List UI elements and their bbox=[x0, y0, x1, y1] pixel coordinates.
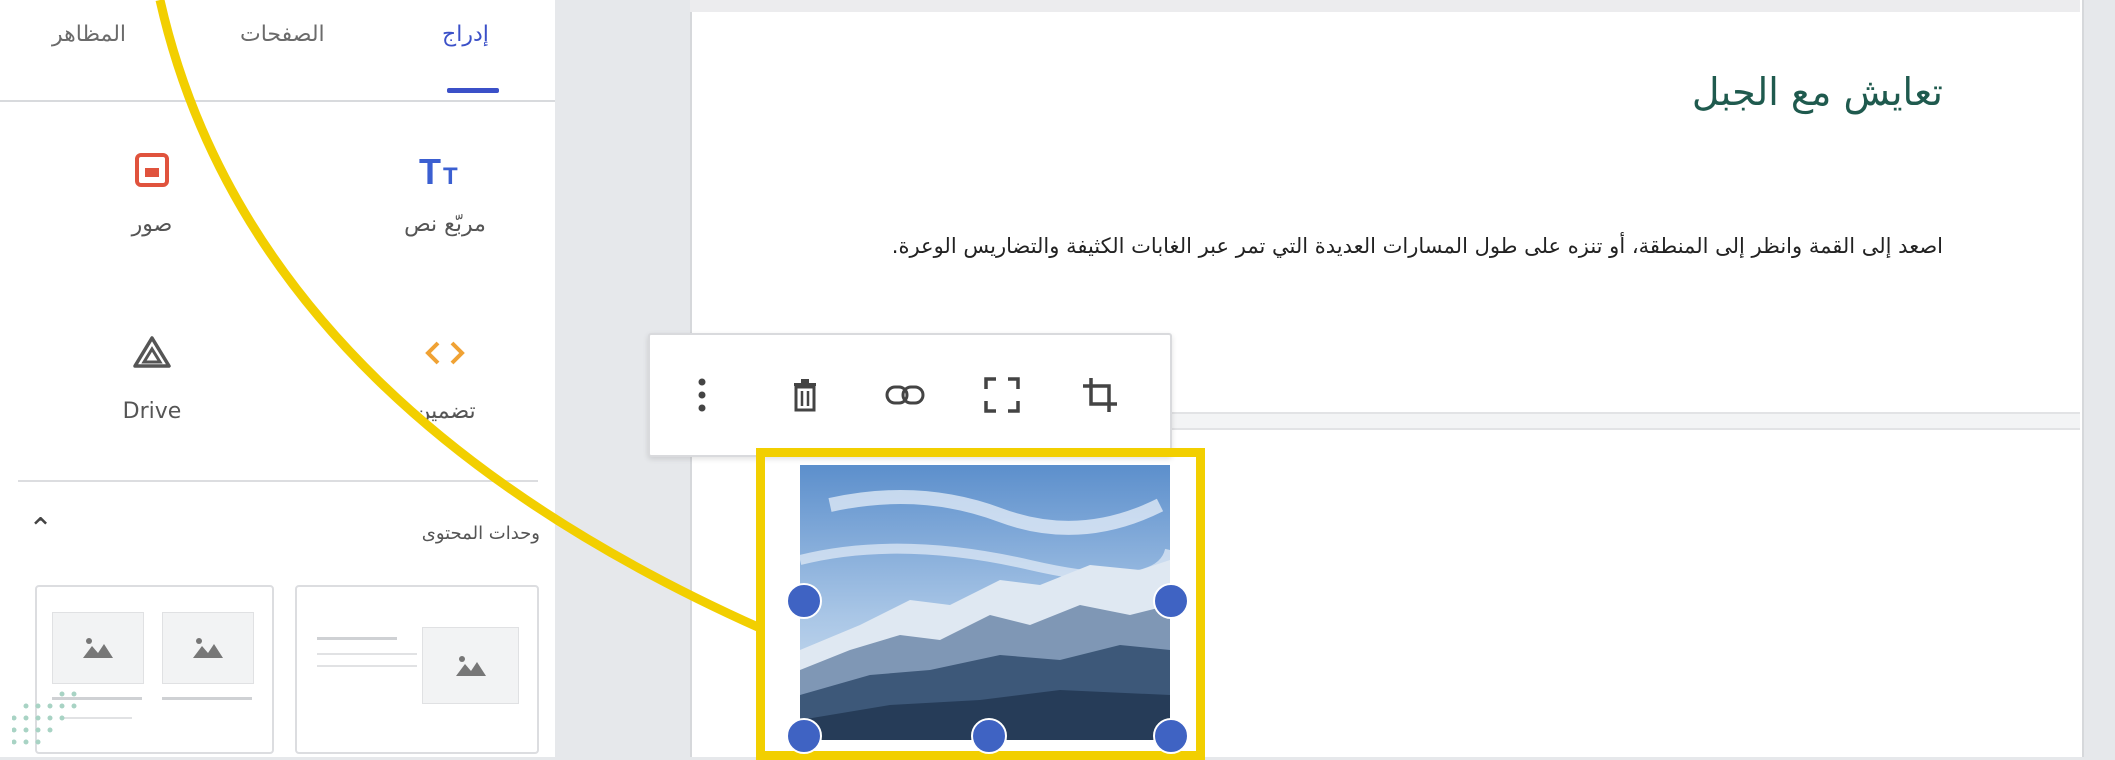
decorative-dots-logo bbox=[12, 691, 77, 745]
callout-arc bbox=[155, 0, 762, 633]
